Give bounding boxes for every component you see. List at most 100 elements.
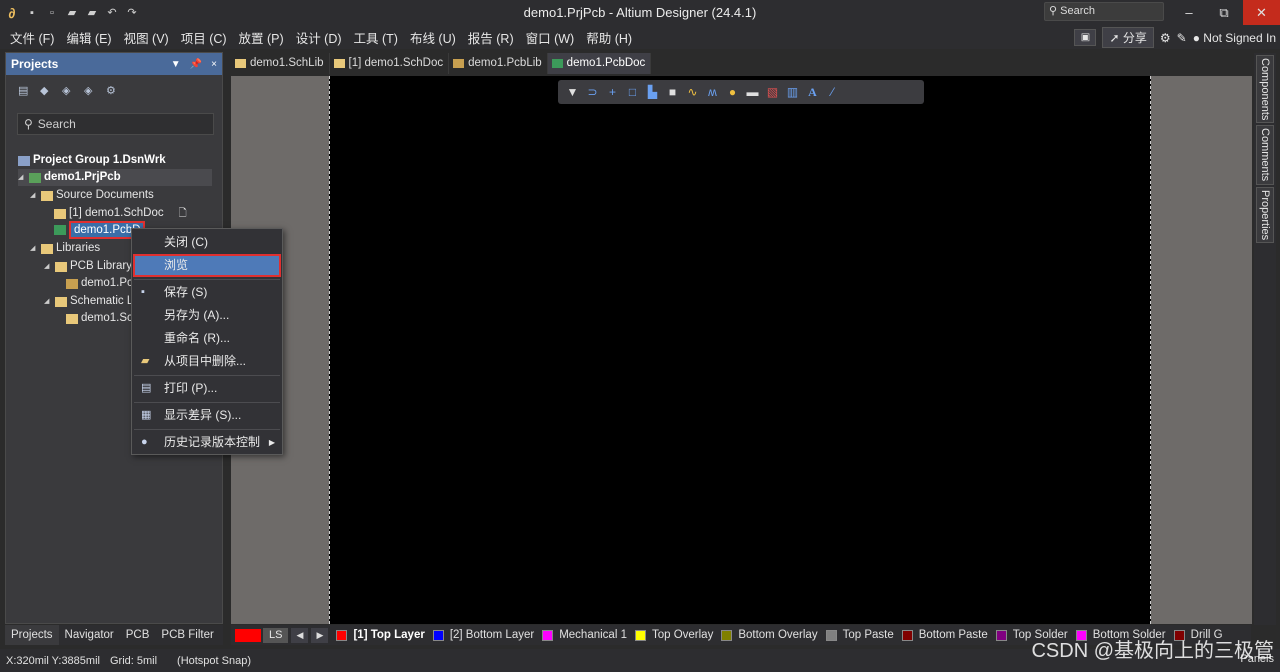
layer-tab-mechanical-1[interactable]: Mechanical 1 bbox=[542, 629, 627, 641]
side-tab-comments[interactable]: Comments bbox=[1256, 125, 1274, 185]
ctx-history-version-control[interactable]: ● 历史记录版本控制 ▶ bbox=[133, 431, 281, 454]
layer-set-button[interactable]: LS bbox=[263, 627, 289, 643]
panel-close-icon[interactable]: × bbox=[211, 59, 217, 70]
save-icon[interactable]: ▪ bbox=[26, 7, 38, 19]
layer-tab-bottom-paste[interactable]: Bottom Paste bbox=[901, 629, 988, 641]
panel-settings-icon[interactable]: ⚙ bbox=[106, 85, 118, 97]
layer-color-swatch bbox=[634, 629, 646, 641]
open-project-icon[interactable]: ▰ bbox=[86, 7, 98, 19]
global-search-input[interactable]: ⚲ Search bbox=[1044, 2, 1164, 21]
doc-tab-schdoc[interactable]: [1] demo1.SchDoc bbox=[330, 53, 450, 74]
polygon-icon[interactable]: ▬ bbox=[745, 84, 760, 100]
layer-prev-button[interactable]: ◀ bbox=[291, 627, 309, 643]
select-area-icon[interactable]: □ bbox=[625, 84, 640, 100]
move-icon[interactable]: + bbox=[605, 84, 620, 100]
menu-edit[interactable]: 编辑 (E) bbox=[60, 28, 117, 47]
restore-button[interactable]: ⧉ bbox=[1207, 0, 1241, 25]
layer-tab-top-overlay[interactable]: Top Overlay bbox=[634, 629, 713, 641]
current-layer-color[interactable] bbox=[235, 628, 261, 642]
tree-item-source-documents[interactable]: ◢ Source Documents bbox=[30, 187, 154, 204]
ctx-save-as[interactable]: 另存为 (A)... bbox=[133, 304, 281, 327]
layer-tab-top-paste[interactable]: Top Paste bbox=[825, 629, 894, 641]
menu-route[interactable]: 布线 (U) bbox=[404, 28, 462, 47]
open-folder-icon[interactable]: ▰ bbox=[66, 7, 78, 19]
align-icon[interactable]: ▙ bbox=[645, 84, 660, 100]
pcb-board-area[interactable] bbox=[329, 76, 1151, 624]
menu-tools[interactable]: 工具 (T) bbox=[348, 28, 404, 47]
ctx-close[interactable]: 关闭 (C) bbox=[133, 231, 281, 254]
minimize-button[interactable]: – bbox=[1172, 0, 1206, 25]
tree-item-libraries[interactable]: ◢ Libraries bbox=[30, 240, 100, 257]
via-icon[interactable]: ● bbox=[725, 84, 740, 100]
menu-file[interactable]: 文件 (F) bbox=[4, 28, 60, 47]
pcb-workspace[interactable]: ▼ ⊃ + □ ▙ ■ ∿ ʍ ● ▬ ▧ ▥ A ⁄ bbox=[231, 76, 1252, 624]
ctx-show-differences[interactable]: ▦ 显示差异 (S)... bbox=[133, 404, 281, 427]
dimension-icon[interactable]: ▥ bbox=[785, 84, 800, 100]
project-options-icon[interactable]: ◈ bbox=[62, 85, 74, 97]
diff-pair-icon[interactable]: ʍ bbox=[705, 84, 720, 100]
save-all-icon[interactable]: ▫ bbox=[46, 7, 58, 19]
expand-icon[interactable]: ◢ bbox=[30, 240, 38, 257]
tab-pcb-filter[interactable]: PCB Filter bbox=[155, 625, 219, 645]
feedback-icon[interactable]: ▣ bbox=[1074, 29, 1097, 46]
ctx-rename[interactable]: 重命名 (R)... bbox=[133, 327, 281, 350]
line-icon[interactable]: ⁄ bbox=[825, 84, 840, 100]
compile-icon[interactable]: ◆ bbox=[40, 85, 52, 97]
tree-item-schlib[interactable]: demo1.Sch bbox=[66, 310, 139, 327]
tree-item-project-group[interactable]: Project Group 1.DsnWrk bbox=[18, 152, 166, 169]
expand-icon[interactable]: ◢ bbox=[18, 169, 26, 186]
menu-reports[interactable]: 报告 (R) bbox=[462, 28, 520, 47]
share-button[interactable]: ➚ 分享 bbox=[1102, 27, 1154, 48]
add-document-icon[interactable]: ◈ bbox=[84, 85, 96, 97]
panel-menu-icon[interactable]: ▼ bbox=[171, 59, 181, 70]
menu-project[interactable]: 项目 (C) bbox=[175, 28, 233, 47]
component-icon[interactable]: ■ bbox=[665, 84, 680, 100]
doc-tab-schlib[interactable]: demo1.SchLib bbox=[231, 53, 330, 74]
doc-tab-pcblib[interactable]: demo1.PcbLib bbox=[449, 53, 548, 74]
menu-design[interactable]: 设计 (D) bbox=[290, 28, 348, 47]
pcbdoc-icon bbox=[551, 59, 563, 68]
user-account-button[interactable]: ● Not Signed In bbox=[1193, 31, 1276, 45]
ctx-save[interactable]: ▪ 保存 (S) bbox=[133, 281, 281, 304]
tab-navigator[interactable]: Navigator bbox=[59, 625, 120, 645]
tree-item-pcblib[interactable]: demo1.Pcb bbox=[66, 275, 139, 292]
text-icon[interactable]: A bbox=[805, 84, 820, 100]
select-icon[interactable]: ⊃ bbox=[585, 84, 600, 100]
menu-view[interactable]: 视图 (V) bbox=[118, 28, 175, 47]
menu-window[interactable]: 窗口 (W) bbox=[520, 28, 581, 47]
menu-help[interactable]: 帮助 (H) bbox=[580, 28, 638, 47]
layer-tab-bottom-overlay[interactable]: Bottom Overlay bbox=[721, 629, 818, 641]
altium-logo-icon[interactable]: ∂ bbox=[6, 6, 18, 20]
layer-next-button[interactable]: ▶ bbox=[311, 627, 329, 643]
ctx-browse[interactable]: 浏览 bbox=[133, 254, 281, 277]
expand-icon[interactable]: ◢ bbox=[30, 187, 38, 204]
doc-tab-pcbdoc[interactable]: demo1.PcbDoc bbox=[547, 53, 652, 74]
layer-tab-top-layer[interactable]: [1] Top Layer bbox=[336, 629, 425, 641]
layer-tab-bottom-layer[interactable]: [2] Bottom Layer bbox=[432, 629, 534, 641]
expand-icon[interactable]: ◢ bbox=[44, 258, 52, 275]
tree-item-schdoc[interactable]: [1] demo1.SchDoc 🗋 bbox=[54, 205, 187, 222]
settings-icon[interactable]: ⚙ bbox=[1160, 31, 1171, 45]
side-tab-properties[interactable]: Properties bbox=[1256, 187, 1274, 243]
filter-icon[interactable]: ▼ bbox=[565, 84, 580, 100]
menu-place[interactable]: 放置 (P) bbox=[233, 28, 290, 47]
tab-pcb[interactable]: PCB bbox=[120, 625, 156, 645]
tree-item-pcb-library[interactable]: ◢ PCB Library D bbox=[44, 258, 144, 275]
side-tab-components[interactable]: Components bbox=[1256, 55, 1274, 123]
notifications-icon[interactable]: ✎ bbox=[1177, 31, 1187, 45]
tab-projects[interactable]: Projects bbox=[5, 625, 59, 645]
tree-item-project[interactable]: ◢ demo1.PrjPcb bbox=[18, 169, 212, 186]
pin-icon[interactable]: 📌 bbox=[190, 59, 202, 70]
keepout-icon[interactable]: ▧ bbox=[765, 84, 780, 100]
snap-mode: (Hotspot Snap) bbox=[177, 654, 252, 667]
close-button[interactable]: ✕ bbox=[1243, 0, 1280, 25]
undo-icon[interactable]: ↶ bbox=[106, 7, 118, 19]
tree-item-schematic-library[interactable]: ◢ Schematic Lib bbox=[44, 293, 142, 310]
save-project-icon[interactable]: ▤ bbox=[18, 85, 30, 97]
route-icon[interactable]: ∿ bbox=[685, 84, 700, 100]
redo-icon[interactable]: ↷ bbox=[126, 7, 138, 19]
ctx-remove-from-project[interactable]: ▰ 从项目中删除... bbox=[133, 350, 281, 373]
ctx-print[interactable]: ▤ 打印 (P)... bbox=[133, 377, 281, 400]
expand-icon[interactable]: ◢ bbox=[44, 293, 52, 310]
project-search-input[interactable]: ⚲ Search bbox=[17, 113, 214, 135]
